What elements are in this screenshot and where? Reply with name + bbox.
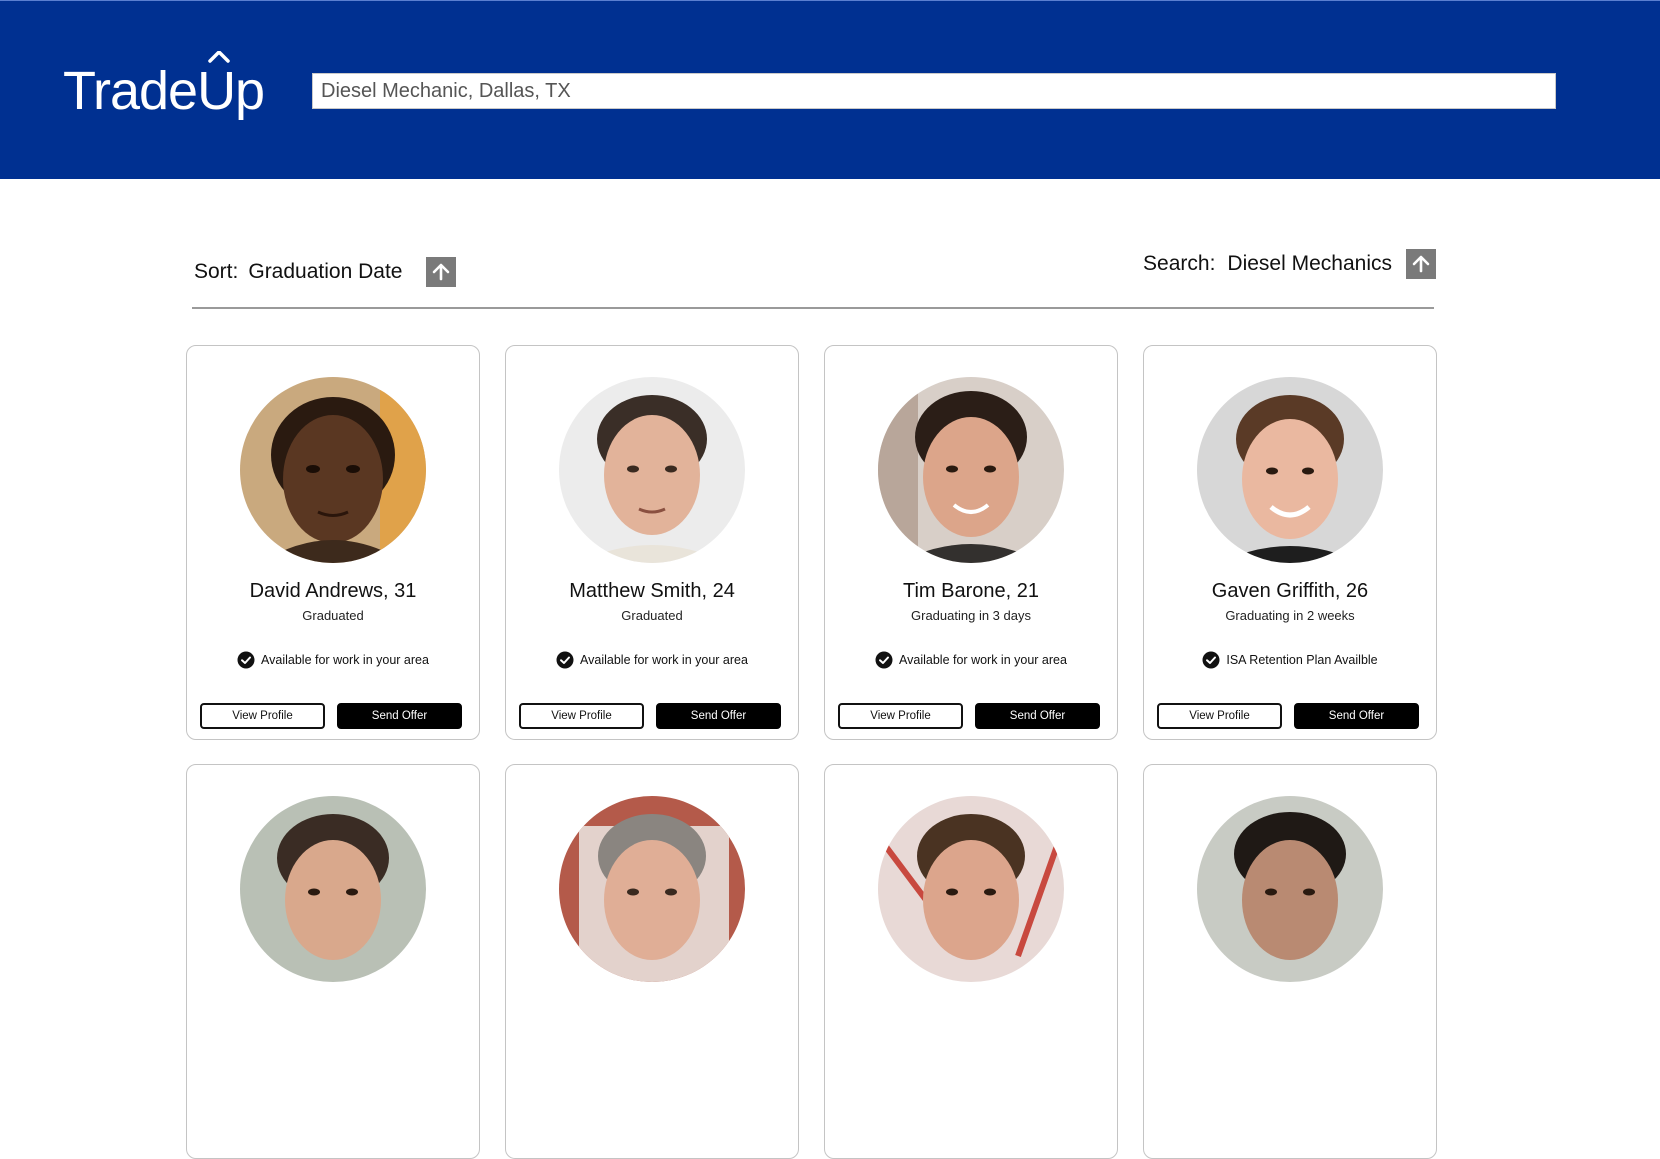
sort-value[interactable]: Graduation Date xyxy=(248,260,402,284)
avatar-photo xyxy=(1197,377,1383,563)
candidate-name: David Andrews, 31 xyxy=(249,580,417,602)
view-profile-button[interactable]: View Profile xyxy=(838,703,963,729)
candidate-avatar[interactable] xyxy=(559,377,745,563)
send-offer-button[interactable]: Send Offer xyxy=(656,703,781,729)
send-offer-button[interactable]: Send Offer xyxy=(1294,703,1419,729)
candidate-status: Graduated xyxy=(302,608,364,623)
sort-direction-button[interactable] xyxy=(426,257,457,287)
candidate-note: Available for work in your area xyxy=(825,651,1117,669)
check-circle-icon xyxy=(1202,651,1220,669)
candidate-name: Matthew Smith, 24 xyxy=(569,580,735,602)
candidate-name: Tim Barone, 21 xyxy=(903,580,1039,602)
sort-label: Sort: xyxy=(194,260,239,283)
candidate-note-text: ISA Retention Plan Availble xyxy=(1226,653,1378,667)
candidate-card: Matthew Smith, 24 Graduated Available fo… xyxy=(505,345,799,740)
arrow-up-icon xyxy=(1412,255,1430,273)
candidate-note-text: Available for work in your area xyxy=(261,653,429,667)
candidate-card: David Andrews, 31 Graduated Available fo… xyxy=(186,345,480,740)
candidate-name: Gaven Griffith, 26 xyxy=(1211,580,1369,602)
card-actions: View Profile Send Offer xyxy=(200,703,462,729)
candidate-card xyxy=(824,764,1118,1159)
candidate-avatar[interactable] xyxy=(240,796,426,982)
check-circle-icon xyxy=(237,651,255,669)
candidate-note: ISA Retention Plan Availble xyxy=(1144,651,1436,669)
card-actions: View Profile Send Offer xyxy=(519,703,781,729)
search-filter-label: Search: xyxy=(1143,252,1216,275)
candidate-note: Available for work in your area xyxy=(506,651,798,669)
results-toolbar: Sort: Graduation Date Search: Diesel Mec… xyxy=(192,249,1436,309)
logo-text-trade: Trade xyxy=(63,61,198,121)
candidate-card xyxy=(505,764,799,1159)
logo-arrow-icon xyxy=(208,51,230,63)
candidate-note-text: Available for work in your area xyxy=(899,653,1067,667)
tradeup-logo[interactable]: Trade Up xyxy=(63,51,265,123)
avatar-photo xyxy=(878,796,1064,982)
avatar-photo xyxy=(559,796,745,982)
candidate-card xyxy=(1143,764,1437,1159)
candidate-note-text: Available for work in your area xyxy=(580,653,748,667)
avatar-photo xyxy=(878,377,1064,563)
global-search-bar[interactable] xyxy=(312,73,1556,109)
candidate-avatar[interactable] xyxy=(559,796,745,982)
avatar-photo xyxy=(559,377,745,563)
search-filter-value[interactable]: Diesel Mechanics xyxy=(1227,252,1392,276)
avatar-photo xyxy=(240,377,426,563)
candidate-status: Graduated xyxy=(621,608,683,623)
candidate-note: Available for work in your area xyxy=(187,651,479,669)
candidate-avatar[interactable] xyxy=(1197,796,1383,982)
send-offer-button[interactable]: Send Offer xyxy=(975,703,1100,729)
sort-control: Sort: Graduation Date xyxy=(194,257,457,287)
send-offer-button[interactable]: Send Offer xyxy=(337,703,462,729)
candidate-avatar[interactable] xyxy=(878,377,1064,563)
top-header: Trade Up xyxy=(0,0,1660,179)
candidate-card: Gaven Griffith, 26 Graduating in 2 weeks… xyxy=(1143,345,1437,740)
candidate-card xyxy=(186,764,480,1159)
arrow-up-icon xyxy=(433,263,450,281)
candidate-card: Tim Barone, 21 Graduating in 3 days Avai… xyxy=(824,345,1118,740)
search-filter-button[interactable] xyxy=(1406,249,1436,279)
check-circle-icon xyxy=(556,651,574,669)
logo-text-up-wrap: Up xyxy=(197,51,265,123)
view-profile-button[interactable]: View Profile xyxy=(519,703,644,729)
candidate-grid: David Andrews, 31 Graduated Available fo… xyxy=(186,345,1437,1159)
search-filter-control: Search: Diesel Mechanics xyxy=(1143,249,1436,279)
candidate-avatar[interactable] xyxy=(1197,377,1383,563)
avatar-photo xyxy=(1197,796,1383,982)
candidate-status: Graduating in 3 days xyxy=(911,608,1031,623)
candidate-avatar[interactable] xyxy=(878,796,1064,982)
avatar-photo xyxy=(240,796,426,982)
global-search-input[interactable] xyxy=(321,74,1547,108)
check-circle-icon xyxy=(875,651,893,669)
candidate-status: Graduating in 2 weeks xyxy=(1225,608,1355,623)
view-profile-button[interactable]: View Profile xyxy=(200,703,325,729)
candidate-avatar[interactable] xyxy=(240,377,426,563)
card-actions: View Profile Send Offer xyxy=(838,703,1100,729)
card-actions: View Profile Send Offer xyxy=(1157,703,1419,729)
view-profile-button[interactable]: View Profile xyxy=(1157,703,1282,729)
